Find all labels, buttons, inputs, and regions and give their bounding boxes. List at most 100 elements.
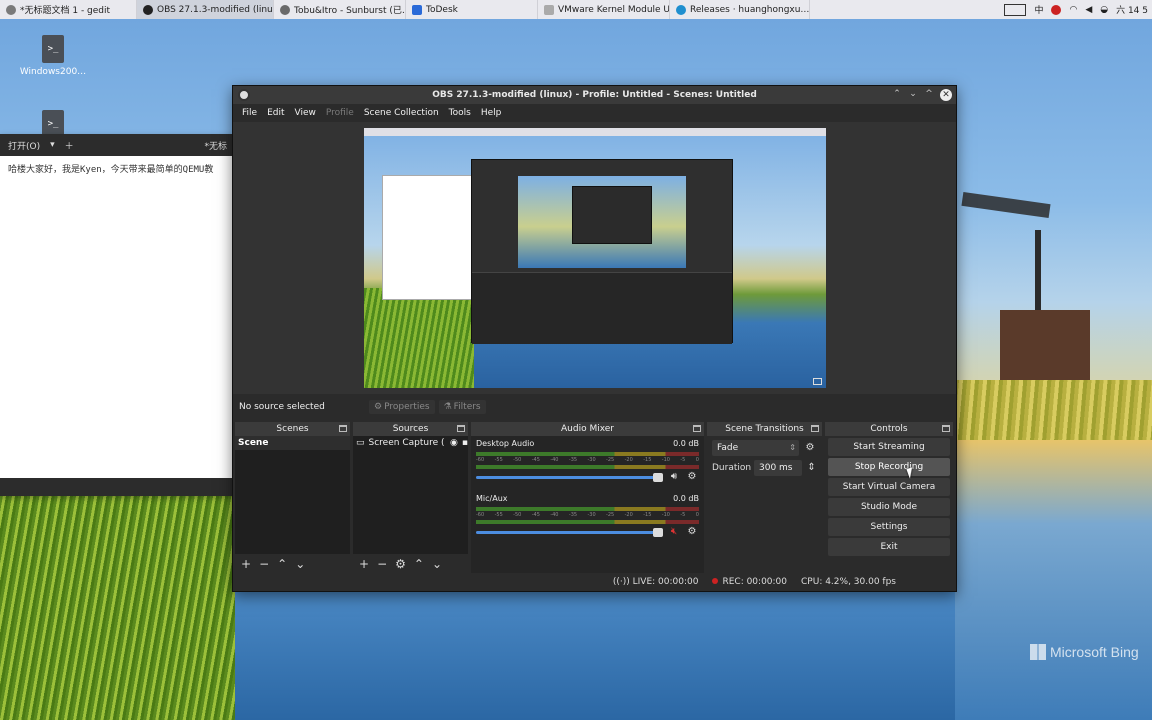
preview-canvas[interactable] [364, 128, 826, 388]
farmhouse [1000, 310, 1090, 380]
add-icon[interactable]: + [241, 557, 251, 571]
obs-tray-icon[interactable] [1051, 4, 1062, 15]
duration-spinbox[interactable]: 300 ms [754, 460, 803, 476]
desktop-icon-script[interactable]: >_ Windows200… [18, 35, 88, 77]
obs-titlebar[interactable]: OBS 27.1.3-modified (linux) - Profile: U… [233, 86, 956, 104]
wifi-icon[interactable]: ◠ [1069, 5, 1077, 15]
obs-icon [143, 4, 153, 15]
menu-scene-collection[interactable]: Scene Collection [359, 108, 444, 118]
undock-icon[interactable] [339, 425, 347, 432]
lock-icon[interactable]: ▪ [462, 438, 468, 448]
mixer-channels: Desktop Audio 0.0 dB -60 -55 -50 -45 -40 -35 -3… [471, 436, 704, 574]
clock[interactable]: 六 14 5 [1116, 3, 1148, 16]
gear-icon[interactable]: ⚙ [803, 442, 817, 454]
scenes-toolbar: + − ⌃ ⌄ [235, 554, 350, 574]
controls-dock-header: Controls [825, 422, 953, 436]
task-music[interactable]: Tobu&Itro - Sunburst (已… [274, 0, 406, 19]
wallpaper-water-bottom [235, 592, 955, 720]
speaker-muted-icon[interactable]: 🔇︎ [667, 526, 681, 538]
dock-area: Scenes Scene + − ⌃ ⌄ Sources ▭ Screen Ca… [235, 422, 954, 574]
undock-icon[interactable] [811, 425, 819, 432]
start-virtual-camera-button[interactable]: Start Virtual Camera [828, 478, 950, 496]
stop-recording-button[interactable]: Stop Recording [828, 458, 950, 476]
source-toolbar: No source selected ⚙ Properties ⚗ Filters [233, 395, 956, 419]
open-button[interactable]: 打开(O) [8, 139, 40, 152]
mixer-dock-header: Audio Mixer [471, 422, 704, 436]
task-browser[interactable]: Releases · huanghongxu… [670, 0, 810, 19]
chevron-down-icon[interactable]: ▾ [50, 140, 55, 150]
record-dot-icon [712, 578, 719, 584]
transitions-body: Fade ⇕ ⚙ Duration 300 ms ⇕ [707, 436, 822, 574]
wallpaper-grass [0, 495, 235, 720]
gedit-text-area[interactable]: 哈楼大家好，我是Kyen，今天带来最简单的QEMU教 [0, 156, 235, 181]
preview-nested-obs [471, 159, 733, 344]
visibility-eye-icon[interactable]: ◉ [450, 438, 458, 448]
remove-icon[interactable]: − [259, 557, 269, 571]
menu-edit[interactable]: Edit [262, 108, 289, 118]
studio-mode-button[interactable]: Studio Mode [828, 498, 950, 516]
vm-tray-icon[interactable] [1004, 3, 1027, 16]
mixer-channel-desktop: Desktop Audio 0.0 dB -60 -55 -50 -45 -40 -35 -3… [476, 439, 699, 483]
task-todesk[interactable]: ToDesk [406, 0, 538, 19]
controls-body: Start Streaming Stop Recording Start Vir… [825, 436, 953, 574]
menu-help[interactable]: Help [476, 108, 507, 118]
move-up-icon[interactable]: ⌃ [277, 557, 287, 571]
menu-profile[interactable]: Profile [321, 108, 359, 118]
task-obs[interactable]: OBS 27.1.3-modified (linu… [137, 0, 274, 19]
slider-handle[interactable] [653, 472, 663, 482]
gear-icon[interactable]: ⚙ [685, 526, 699, 538]
ime-indicator[interactable]: 中 [1034, 3, 1043, 16]
gear-icon: ⚙ [374, 402, 383, 412]
close-icon[interactable]: ✕ [940, 89, 952, 101]
duration-label: Duration [712, 463, 752, 473]
settings-button[interactable]: Settings [828, 518, 950, 536]
sources-list: ▭ Screen Capture ( ◉ ▪ [353, 436, 468, 554]
task-gedit[interactable]: *无标题文档 1 - gedit [0, 0, 137, 19]
gedit-header: 打开(O) ▾ ＋ *无标 [0, 134, 235, 156]
bell-icon[interactable]: ◒ [1100, 5, 1108, 15]
scene-item[interactable]: Scene [235, 436, 350, 450]
system-tray: 中 ◠ ◀ ◒ 六 14 5 [1004, 3, 1152, 16]
scenes-dock: Scenes Scene + − ⌃ ⌄ [235, 422, 350, 574]
undock-icon[interactable] [693, 425, 701, 432]
volume-slider[interactable] [476, 527, 663, 537]
filters-button[interactable]: ⚗ Filters [438, 400, 486, 414]
undock-icon[interactable] [457, 425, 465, 432]
music-icon [280, 4, 290, 15]
slider-handle[interactable] [653, 527, 663, 537]
start-streaming-button[interactable]: Start Streaming [828, 438, 950, 456]
rec-status: REC: 00:00:00 [712, 577, 787, 587]
bing-watermark: Microsoft Bing [1030, 644, 1139, 660]
remove-icon[interactable]: − [377, 557, 387, 571]
wallpaper-field [955, 380, 1152, 440]
obs-logo-icon [238, 89, 250, 101]
volume-slider[interactable] [476, 472, 663, 482]
properties-button[interactable]: ⚙ Properties [369, 400, 435, 414]
task-vmware[interactable]: VMware Kernel Module U… [538, 0, 670, 19]
maximize-icon[interactable]: ^ [924, 89, 934, 99]
speaker-icon[interactable]: 🔊︎ [667, 471, 681, 483]
preview-fullscreen-icon [813, 378, 822, 385]
keep-above-icon[interactable]: ⌃ [892, 89, 902, 99]
exit-button[interactable]: Exit [828, 538, 950, 556]
gear-icon[interactable]: ⚙ [395, 557, 406, 571]
menu-tools[interactable]: Tools [444, 108, 476, 118]
preview-nested-obs-2 [572, 186, 652, 244]
new-tab-icon[interactable]: ＋ [65, 139, 74, 152]
move-up-icon[interactable]: ⌃ [414, 557, 424, 571]
volume-icon[interactable]: ◀ [1085, 5, 1092, 15]
undock-icon[interactable] [942, 425, 950, 432]
menu-file[interactable]: File [237, 108, 262, 118]
monitor-icon: ▭ [356, 438, 365, 448]
transition-select[interactable]: Fade ⇕ [712, 440, 799, 456]
move-down-icon[interactable]: ⌄ [295, 557, 305, 571]
spin-arrows-icon[interactable]: ⇕ [806, 462, 817, 474]
menu-view[interactable]: View [290, 108, 321, 118]
gedit-window: 打开(O) ▾ ＋ *无标 哈楼大家好，我是Kyen，今天带来最简单的QEMU教 [0, 134, 235, 496]
move-down-icon[interactable]: ⌄ [432, 557, 442, 571]
add-icon[interactable]: + [359, 557, 369, 571]
sources-dock: Sources ▭ Screen Capture ( ◉ ▪ + − ⚙ ⌃ ⌄ [353, 422, 468, 574]
gear-icon[interactable]: ⚙ [685, 471, 699, 483]
source-item[interactable]: ▭ Screen Capture ( ◉ ▪ [353, 436, 468, 450]
minimize-icon[interactable]: ⌄ [908, 89, 918, 99]
